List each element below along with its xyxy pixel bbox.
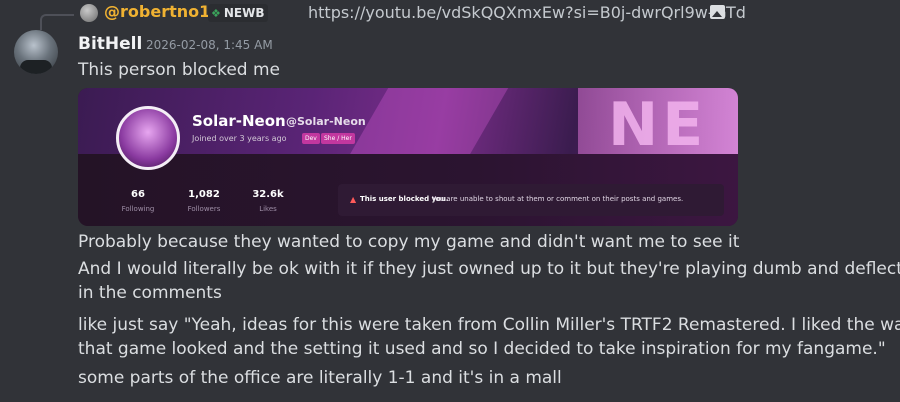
stat-value: 1,082 (188, 189, 220, 200)
reply-server-tag[interactable]: ❖ NEWB (208, 4, 268, 22)
stat-label: Following (121, 205, 155, 213)
stat-label: Followers (187, 205, 221, 213)
reply-reference[interactable]: @robertno10 ❖ NEWB https://youtu.be/vdSk… (40, 0, 900, 30)
reply-author[interactable]: @robertno10 (104, 2, 221, 21)
profile-joined: Joined over 3 years ago (192, 134, 287, 143)
message-author[interactable]: BitHell (78, 34, 142, 54)
message-line: Probably because they wanted to copy my … (78, 232, 740, 252)
banner-text: NE (608, 90, 708, 160)
message-line: some parts of the office are literally 1… (78, 368, 562, 388)
message-timestamp: 2026-02-08, 1:45 AM (146, 38, 273, 52)
reply-tag-label: NEWB (223, 6, 265, 20)
leaf-icon: ❖ (211, 6, 221, 20)
profile-badge: She / Her (321, 133, 355, 144)
warning-icon: ▲ (350, 195, 357, 204)
blocked-notice: ▲ This user blocked you. You are unable … (338, 184, 724, 216)
message-line: in the comments (78, 283, 222, 303)
stat-label: Likes (259, 205, 277, 213)
profile-badge: Dev (302, 133, 320, 144)
author-avatar[interactable] (14, 30, 58, 74)
message-line: like just say "Yeah, ideas for this were… (78, 315, 900, 335)
stat-value: 32.6k (252, 189, 284, 200)
message-line: This person blocked me (78, 60, 280, 80)
profile-avatar (116, 106, 180, 170)
blocked-description: You are unable to shout at them or comme… (432, 195, 684, 203)
reply-avatar[interactable] (80, 4, 98, 22)
profile-handle: @Solar-Neon (286, 115, 366, 128)
reply-link-text[interactable]: https://youtu.be/vdSkQQXmxEw?si=B0j-dwrQ… (308, 3, 746, 22)
embedded-image[interactable]: NE Solar-Neon @Solar-Neon Joined over 3 … (78, 88, 738, 226)
image-icon[interactable] (710, 5, 725, 19)
stat-value: 66 (131, 189, 145, 200)
message-line: that game looked and the setting it used… (78, 339, 886, 359)
profile-name: Solar-Neon (192, 112, 286, 130)
message-line: And I would literally be ok with it if t… (78, 259, 900, 279)
reply-spine (40, 14, 74, 30)
